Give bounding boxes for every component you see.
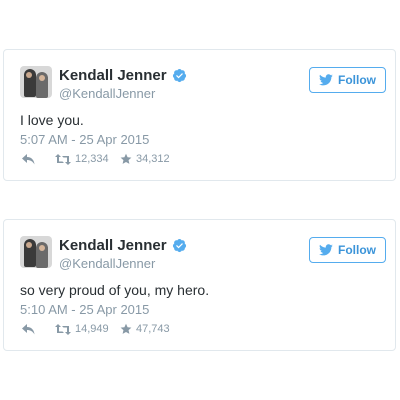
follow-button[interactable]: Follow	[309, 67, 386, 93]
tweet-actions: 14,949 47,743	[22, 323, 170, 335]
star-icon	[120, 323, 132, 334]
author-name[interactable]: Kendall Jenner	[59, 237, 167, 254]
tweet-text: so very proud of you, my hero.	[20, 282, 210, 298]
bird-icon	[319, 244, 333, 256]
author-handle[interactable]: @KendallJenner	[59, 86, 155, 101]
tweet-timestamp[interactable]: 5:10 AM - 25 Apr 2015	[20, 302, 149, 317]
author-handle[interactable]: @KendallJenner	[59, 256, 155, 271]
star-icon	[120, 153, 132, 164]
verified-badge-icon	[172, 238, 186, 253]
tweet-actions: 12,334 34,312	[22, 153, 170, 165]
reply-icon	[22, 323, 35, 334]
tweet-card[interactable]: Kendall Jenner @KendallJenner Follow I l…	[3, 49, 396, 181]
avatar[interactable]	[20, 66, 52, 98]
retweet-count: 12,334	[75, 153, 109, 165]
author-row: Kendall Jenner	[59, 237, 187, 254]
follow-button-label: Follow	[338, 73, 376, 87]
retweet-button[interactable]: 12,334	[55, 153, 120, 165]
follow-button-label: Follow	[338, 243, 376, 257]
tweet-card[interactable]: Kendall Jenner @KendallJenner Follow so …	[3, 219, 396, 351]
verified-badge-icon	[172, 68, 186, 83]
author-name[interactable]: Kendall Jenner	[59, 67, 167, 84]
retweet-icon	[55, 153, 71, 165]
tweet-text: I love you.	[20, 112, 84, 128]
favorite-button[interactable]: 34,312	[120, 153, 170, 165]
retweet-button[interactable]: 14,949	[55, 323, 120, 335]
author-row: Kendall Jenner	[59, 67, 187, 84]
favorite-button[interactable]: 47,743	[120, 323, 170, 335]
bird-icon	[319, 74, 333, 86]
favorite-count: 34,312	[136, 153, 170, 165]
follow-button[interactable]: Follow	[309, 237, 386, 263]
retweet-icon	[55, 323, 71, 335]
reply-button[interactable]	[22, 153, 55, 165]
reply-button[interactable]	[22, 323, 55, 335]
tweet-timestamp[interactable]: 5:07 AM - 25 Apr 2015	[20, 132, 149, 147]
reply-icon	[22, 153, 35, 164]
favorite-count: 47,743	[136, 323, 170, 335]
retweet-count: 14,949	[75, 323, 109, 335]
avatar[interactable]	[20, 236, 52, 268]
